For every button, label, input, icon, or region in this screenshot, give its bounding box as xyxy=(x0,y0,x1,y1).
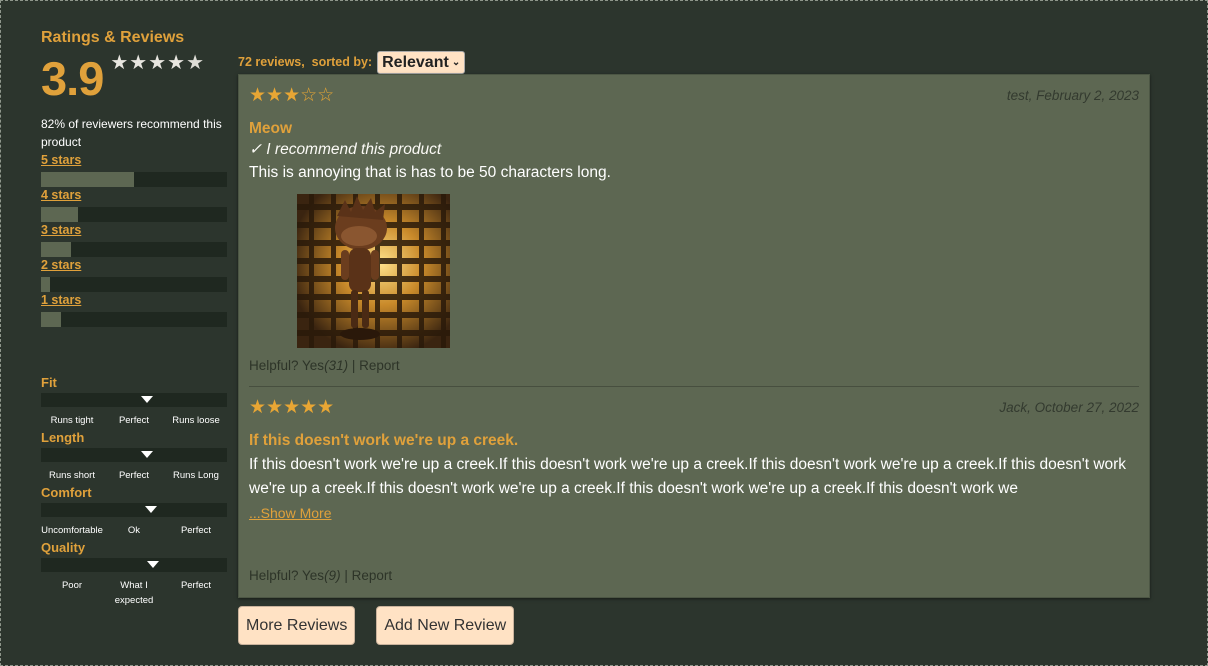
star-filter-link[interactable]: 5 stars xyxy=(41,152,227,172)
characteristic: Fit Runs tight Perfect Runs loose xyxy=(41,374,227,429)
characteristic-name: Length xyxy=(41,430,85,445)
review-helpful: Helpful? Yes(31) | Report xyxy=(249,356,1139,376)
characteristic: Comfort Uncomfortable Ok Perfect xyxy=(41,484,227,539)
characteristic-label: Perfect xyxy=(180,525,212,536)
characteristic-name: Fit xyxy=(41,375,57,390)
star-icon: ★ xyxy=(129,52,149,74)
characteristic-label: Uncomfortable xyxy=(41,525,103,536)
reviews-list: 72 reviews, sorted by: Relevant ⌄ ★★★☆☆ … xyxy=(238,50,1150,598)
review-body: If this doesn't work we're up a creek.If… xyxy=(249,456,1127,497)
review-title: If this doesn't work we're up a creek. xyxy=(249,432,519,449)
review-photo-image xyxy=(297,194,450,348)
sorted-by-label: sorted by: xyxy=(311,55,373,69)
characteristic-scale xyxy=(41,503,227,517)
characteristic-name: Comfort xyxy=(41,485,92,500)
star-icon: ★ xyxy=(110,52,130,74)
average-rating-row: 3.9 ★★★★★ xyxy=(41,51,227,108)
rating-bar-fill xyxy=(41,242,71,257)
characteristic-label: Runs loose xyxy=(172,415,220,426)
rating-bar xyxy=(41,207,227,222)
add-review-button[interactable]: Add New Review xyxy=(376,606,515,645)
rating-bar xyxy=(41,277,227,292)
review-tile: ★★★☆☆ test, February 2, 2023 Meow ✓ I re… xyxy=(249,75,1139,387)
characteristic-label: Perfect xyxy=(118,470,150,481)
review-count: 72 reviews, xyxy=(238,55,305,69)
rating-bar xyxy=(41,172,227,187)
helpful-prefix[interactable]: Helpful? Yes xyxy=(249,358,324,373)
average-stars: ★★★★★ xyxy=(110,50,205,75)
average-rating: 3.9 xyxy=(41,52,104,105)
star-filter-link[interactable]: 1 stars xyxy=(41,292,227,312)
review-helpful: Helpful? Yes(9) | Report xyxy=(249,566,1139,586)
characteristic-label: Perfect xyxy=(118,415,150,426)
show-more-link[interactable]: ...Show More xyxy=(249,501,1139,525)
rating-bar xyxy=(41,312,227,327)
review-stars: ★★★☆☆ xyxy=(249,84,335,106)
star-icon: ★ xyxy=(186,52,206,74)
triangle-marker-icon xyxy=(144,506,157,513)
chevron-down-icon: ⌄ xyxy=(451,56,461,68)
review-author-date: Jack, October 27, 2022 xyxy=(999,399,1139,415)
helpful-count: (31) xyxy=(324,358,349,373)
triangle-marker-icon xyxy=(141,451,154,458)
characteristic-name: Quality xyxy=(41,540,86,555)
recommend-percentage: 82% of reviewers recommend this product xyxy=(41,117,222,149)
triangle-marker-icon xyxy=(146,561,159,568)
review-recommend: ✓ I recommend this product xyxy=(249,141,442,158)
review-photo[interactable] xyxy=(297,194,450,348)
characteristic: Quality Poor What I expected Perfect xyxy=(41,539,227,606)
characteristic-label: Ok xyxy=(127,525,141,536)
rating-bar-fill xyxy=(41,207,79,222)
product-characteristics: Fit Runs tight Perfect Runs loose Length Runs… xyxy=(41,374,227,606)
characteristic-scale xyxy=(41,558,227,572)
rating-bar-fill xyxy=(41,312,62,327)
rating-bar-fill xyxy=(41,277,51,292)
star-icon: ★ xyxy=(148,52,168,74)
star-filter-link[interactable]: 3 stars xyxy=(41,222,227,242)
ratings-summary: Ratings & Reviews 3.9 ★★★★★ 82% of revie… xyxy=(41,28,227,327)
characteristic-labels: Runs short Perfect Runs Long xyxy=(41,468,227,483)
triangle-marker-icon xyxy=(141,396,154,403)
characteristic-scale xyxy=(41,393,227,407)
rating-bar xyxy=(41,242,227,257)
characteristic-labels: Poor What I expected Perfect xyxy=(41,578,227,608)
helpful-prefix[interactable]: Helpful? Yes xyxy=(249,568,324,583)
star-icon: ★ xyxy=(167,52,187,74)
sort-dropdown[interactable]: Relevant ⌄ xyxy=(377,50,466,74)
review-body: This is annoying that is has to be 50 ch… xyxy=(249,164,611,181)
more-reviews-button[interactable]: More Reviews xyxy=(238,606,356,645)
section-title: Ratings & Reviews xyxy=(41,29,185,46)
review-header: ★★★☆☆ test, February 2, 2023 xyxy=(249,75,1139,115)
characteristic-label: Runs tight xyxy=(50,415,94,426)
helpful-count: (9) xyxy=(324,568,341,583)
sort-value: Relevant xyxy=(382,53,449,71)
review-header: ★★★★★ Jack, October 27, 2022 xyxy=(249,387,1139,427)
characteristic-label: Runs Long xyxy=(173,470,219,481)
rating-bar-fill xyxy=(41,172,134,187)
sort-row: 72 reviews, sorted by: Relevant ⌄ xyxy=(238,50,1150,74)
review-stars: ★★★★★ xyxy=(249,396,335,418)
characteristic-label: Perfect xyxy=(180,580,212,591)
rating-breakdown: 5 stars 4 stars 3 stars 2 stars 1 stars xyxy=(41,152,227,327)
review-title: Meow xyxy=(249,120,293,137)
reviews-panel[interactable]: ★★★☆☆ test, February 2, 2023 Meow ✓ I re… xyxy=(238,74,1150,598)
review-tile: ★★★★★ Jack, October 27, 2022 If this doe… xyxy=(249,387,1139,598)
characteristic-label: Runs short xyxy=(49,470,95,481)
characteristic-labels: Uncomfortable Ok Perfect xyxy=(41,523,227,538)
characteristic: Length Runs short Perfect Runs Long xyxy=(41,429,227,484)
characteristic-labels: Runs tight Perfect Runs loose xyxy=(41,413,227,428)
characteristic-scale xyxy=(41,448,227,462)
characteristic-label: What I expected xyxy=(114,580,154,606)
review-actions: More Reviews Add New Review xyxy=(238,606,515,645)
review-author-date: test, February 2, 2023 xyxy=(1006,87,1139,103)
star-filter-link[interactable]: 4 stars xyxy=(41,187,227,207)
report-link[interactable]: | Report xyxy=(348,358,400,373)
characteristic-label: Poor xyxy=(61,580,83,591)
report-link[interactable]: | Report xyxy=(341,568,392,583)
star-filter-link[interactable]: 2 stars xyxy=(41,257,227,277)
